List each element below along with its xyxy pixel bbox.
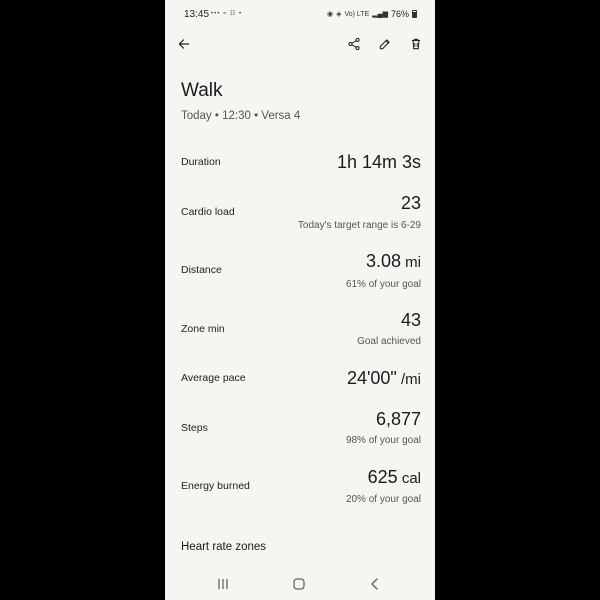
distance-value: 3.08 mi [366, 251, 421, 272]
notification-icons: ••• ≈ ☷ • [211, 11, 243, 17]
average-pace-label: Average pace [181, 372, 246, 384]
edit-pencil-icon [379, 39, 390, 50]
cardio-load-value: 23 [401, 193, 421, 214]
zone-min-number: 43 [400, 310, 421, 330]
cardio-load-label: Cardio load [181, 206, 235, 218]
cardio-load-sub: Today's target range is 6-29 [297, 220, 421, 231]
network-label: Vo) LTE [344, 10, 370, 18]
steps-label: Steps [181, 422, 208, 434]
zone-min-value: 43 [401, 310, 421, 331]
home-icon [293, 578, 305, 590]
average-pace-unit: /mi [396, 371, 421, 388]
system-nav-bar [165, 568, 435, 600]
energy-burned-sub: 20% of your goal [345, 494, 421, 505]
status-bar: 13:45 ••• ≈ ☷ • ◉ ◈ Vo) LTE ▂▄▆ 76% [165, 0, 435, 30]
battery-icon [412, 10, 417, 18]
status-time: 13:45 [184, 9, 210, 20]
chevron-left-icon [371, 578, 378, 590]
system-back-button[interactable] [365, 576, 385, 592]
heart-rate-zones-heading: Heart rate zones [181, 541, 267, 553]
phone-screen: 13:45 ••• ≈ ☷ • ◉ ◈ Vo) LTE ▂▄▆ 76% Walk… [165, 0, 435, 600]
duration-number: 1h 14m 3s [336, 152, 421, 172]
duration-label: Duration [181, 156, 221, 168]
back-button[interactable] [174, 34, 194, 54]
home-button[interactable] [289, 576, 309, 592]
app-bar [165, 30, 435, 58]
zone-min-sub: Goal achieved [357, 336, 421, 347]
page-subtitle: Today • 12:30 • Versa 4 [181, 110, 301, 122]
steps-sub: 98% of your goal [345, 435, 421, 446]
back-arrow-icon [178, 39, 190, 49]
edit-button[interactable] [375, 34, 395, 54]
trash-icon [411, 38, 421, 50]
distance-sub: 61% of your goal [345, 279, 421, 290]
energy-burned-value: 625 cal [368, 467, 421, 488]
share-icon [348, 37, 360, 51]
signal-icon: ▂▄▆ [372, 11, 388, 18]
battery-percent: 76% [390, 9, 409, 19]
zone-min-label: Zone min [181, 323, 225, 335]
page-title: Walk [181, 80, 223, 101]
average-pace-number: 24'00" [346, 368, 397, 388]
alarm-icon: ◉ [326, 11, 334, 18]
delete-button[interactable] [406, 34, 426, 54]
mute-icon: ◈ [336, 11, 342, 18]
energy-burned-number: 625 [367, 467, 398, 487]
energy-burned-label: Energy burned [181, 480, 250, 492]
status-right-group: ◉ ◈ Vo) LTE ▂▄▆ 76% [327, 9, 417, 19]
recents-icon [218, 579, 228, 589]
energy-burned-unit: cal [397, 470, 421, 487]
duration-value: 1h 14m 3s [337, 152, 421, 173]
cardio-load-number: 23 [400, 193, 421, 213]
distance-unit: mi [401, 254, 421, 271]
steps-value: 6,877 [376, 409, 421, 430]
distance-label: Distance [181, 264, 222, 276]
distance-number: 3.08 [365, 251, 401, 271]
recents-button[interactable] [213, 576, 233, 592]
steps-number: 6,877 [375, 409, 421, 429]
share-button[interactable] [344, 34, 364, 54]
average-pace-value: 24'00" /mi [347, 368, 421, 389]
